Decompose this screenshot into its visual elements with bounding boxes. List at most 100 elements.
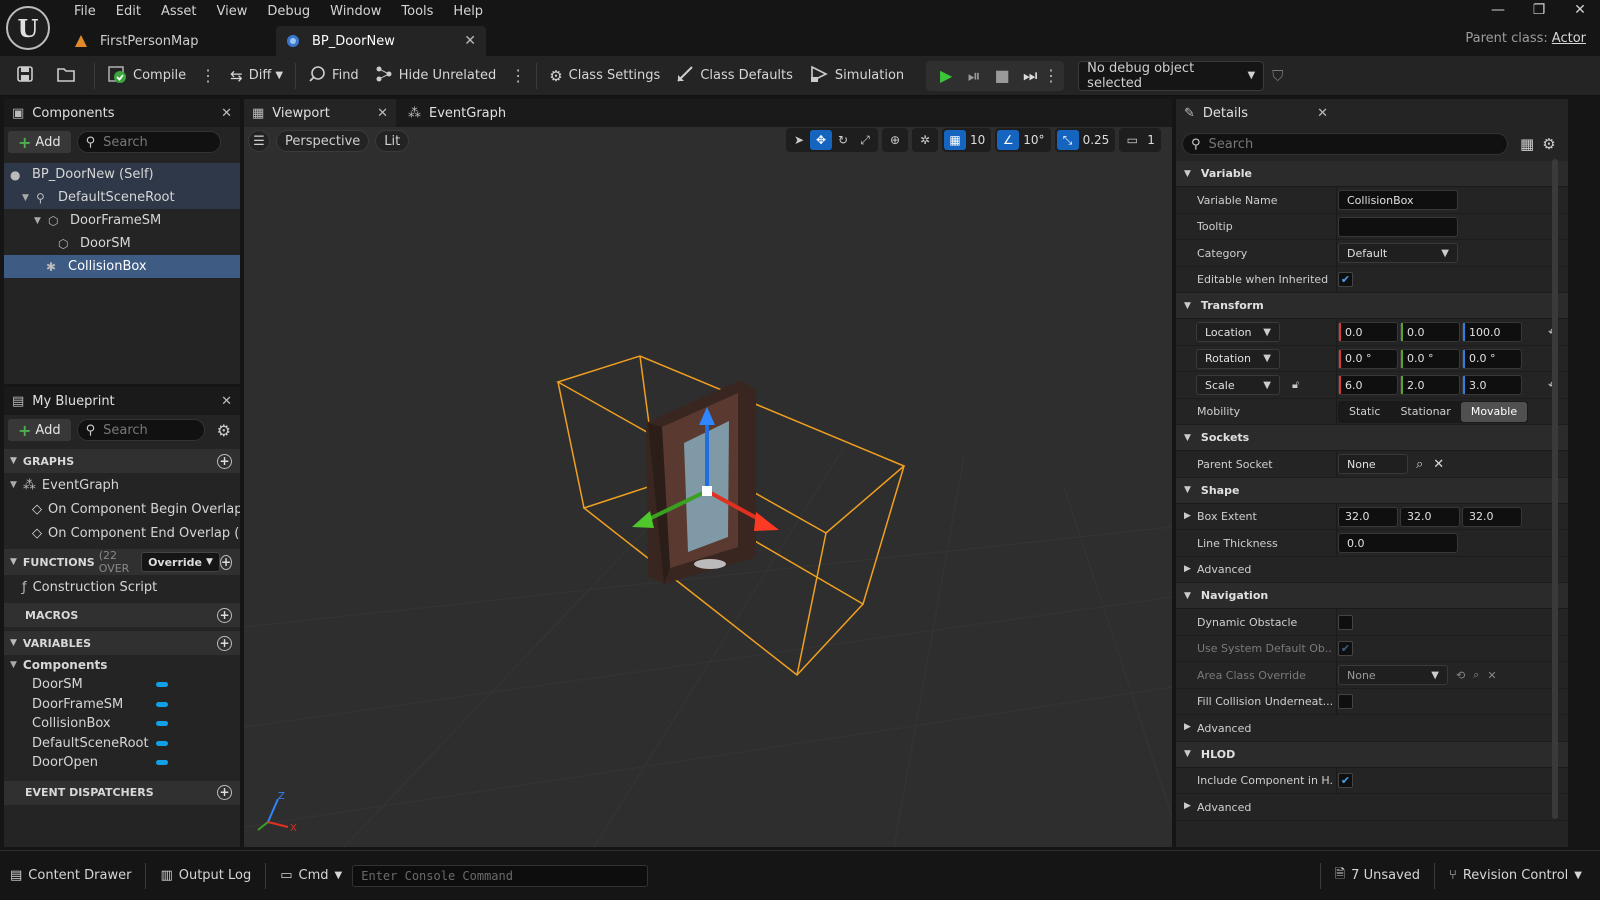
category-dropdown[interactable]: Default ▼ xyxy=(1338,243,1458,263)
unreal-logo-icon[interactable]: U xyxy=(6,6,50,50)
surface-snap-icon[interactable]: ✲ xyxy=(914,130,936,150)
tab-bp-doornew[interactable]: BP_DoorNew ✕ xyxy=(276,26,486,56)
rotation-z-field[interactable]: 0.0 ° xyxy=(1462,348,1522,369)
event-begin-overlap[interactable]: ◇ On Component Begin Overlap (Co xyxy=(4,497,240,521)
browse-button[interactable] xyxy=(48,56,90,96)
scale-y-field[interactable]: 2.0 xyxy=(1400,375,1460,395)
variables-section-header[interactable]: ▼ VARIABLES + xyxy=(4,631,240,655)
rotation-x-field[interactable]: 0.0 ° xyxy=(1338,348,1398,369)
camera-icon[interactable]: ▭ xyxy=(1121,130,1143,150)
restore-icon[interactable]: ❐ xyxy=(1524,2,1554,24)
details-search-input[interactable]: ⚲ Search xyxy=(1182,133,1508,155)
clear-icon[interactable]: ✕ xyxy=(1433,457,1444,472)
parent-socket-field[interactable]: None xyxy=(1338,454,1408,474)
tree-item-defaultsceneroot[interactable]: ▼ ⚲ DefaultSceneRoot xyxy=(4,186,240,209)
select-mode-icon[interactable]: ➤ xyxy=(788,130,810,150)
construction-script-item[interactable]: ƒ Construction Script xyxy=(4,575,240,599)
simulation-button[interactable]: Simulation xyxy=(801,56,912,96)
expand-arrow-icon[interactable]: ▶ xyxy=(1184,564,1191,574)
close-icon[interactable]: ✕ xyxy=(464,33,476,49)
add-variable-icon[interactable]: + xyxy=(217,635,232,651)
my-blueprint-tab[interactable]: ▤ My Blueprint ✕ xyxy=(4,387,240,415)
tree-item-self[interactable]: ● BP_DoorNew (Self) xyxy=(4,163,240,186)
variable-name-field[interactable]: CollisionBox xyxy=(1338,190,1458,210)
scale-dropdown[interactable]: Scale ▼ xyxy=(1196,375,1280,395)
possess-icon[interactable]: ⏭ xyxy=(1016,63,1044,89)
expand-arrow-icon[interactable]: ▶ xyxy=(1184,722,1191,732)
minimize-icon[interactable]: — xyxy=(1483,2,1513,24)
browse-socket-icon[interactable]: ⌕ xyxy=(1416,457,1423,472)
add-member-button[interactable]: + Add xyxy=(8,419,71,441)
hlod-advanced-row[interactable]: ▶ Advanced xyxy=(1176,794,1568,821)
mobility-static-button[interactable]: Static xyxy=(1339,402,1390,422)
menu-window[interactable]: Window xyxy=(320,0,391,24)
navigation-advanced-row[interactable]: ▶ Advanced xyxy=(1176,715,1568,742)
settings-gear-icon[interactable]: ⚙ xyxy=(1542,135,1555,153)
close-icon[interactable]: ✕ xyxy=(377,106,388,121)
add-macro-icon[interactable]: + xyxy=(217,607,232,623)
tree-item-doorframesm[interactable]: ▼ ⬡ DoorFrameSM xyxy=(4,209,240,232)
menu-debug[interactable]: Debug xyxy=(257,0,320,24)
scale-mode-icon[interactable]: ⤢ xyxy=(854,130,876,150)
close-icon[interactable]: ✕ xyxy=(221,106,232,121)
step-icon[interactable]: ⏯ xyxy=(960,63,988,89)
menu-asset[interactable]: Asset xyxy=(151,0,207,24)
viewport-canvas[interactable]: Z X ☰ Perspective Lit ➤ ✥ ↻ ⤢ ⊕ ✲ ▦ 10 ∠… xyxy=(244,127,1172,847)
include-component-checkbox[interactable]: ✔ xyxy=(1338,773,1353,788)
cmd-dropdown[interactable]: ▭ Cmd ▼ xyxy=(270,860,352,892)
console-command-input[interactable]: Enter Console Command xyxy=(352,864,649,887)
grid-snap-value[interactable]: 10 xyxy=(966,133,989,147)
override-dropdown[interactable]: Override ▼ xyxy=(141,552,220,572)
rotate-mode-icon[interactable]: ↻ xyxy=(832,130,854,150)
details-scrollbar[interactable] xyxy=(1552,159,1558,819)
hlod-section-header[interactable]: ▼ HLOD xyxy=(1176,741,1568,768)
transform-section-header[interactable]: ▼ Transform xyxy=(1176,293,1568,319)
event-end-overlap[interactable]: ◇ On Component End Overlap (Colli xyxy=(4,521,240,545)
variable-item[interactable]: CollisionBox xyxy=(4,714,240,734)
lit-button[interactable]: Lit xyxy=(375,130,410,152)
location-y-field[interactable]: 0.0 xyxy=(1400,322,1460,342)
scale-snap-icon[interactable]: ⤡ xyxy=(1056,130,1079,150)
components-tab[interactable]: ▣ Components ✕ xyxy=(4,99,240,127)
lock-icon[interactable]: 🔓︎ xyxy=(1292,378,1299,392)
sockets-section-header[interactable]: ▼ Sockets xyxy=(1176,425,1568,451)
location-dropdown[interactable]: Location ▼ xyxy=(1196,322,1280,342)
add-dispatcher-icon[interactable]: + xyxy=(217,785,232,800)
tree-item-collisionbox[interactable]: ✱ CollisionBox xyxy=(4,255,240,278)
play-icon[interactable]: ▶ xyxy=(932,63,960,89)
box-extent-y-field[interactable]: 32.0 xyxy=(1400,506,1460,527)
tree-item-doorsm[interactable]: ⬡ DoorSM xyxy=(4,232,240,255)
shape-advanced-row[interactable]: ▶ Advanced xyxy=(1176,557,1568,583)
find-button[interactable]: Find xyxy=(300,56,367,96)
debug-object-select[interactable]: No debug object selected ▼ xyxy=(1078,60,1265,91)
play-options-icon[interactable]: ⋮ xyxy=(1043,63,1059,89)
functions-section-header[interactable]: ▼ FUNCTIONS (22 OVER Override ▼ + xyxy=(4,549,240,575)
unsaved-button[interactable]: 🗎︎ 7 Unsaved xyxy=(1325,860,1430,892)
hide-unrelated-button[interactable]: Hide Unrelated xyxy=(367,56,505,96)
scale-z-field[interactable]: 3.0 xyxy=(1462,375,1522,395)
menu-file[interactable]: File xyxy=(64,0,106,24)
menu-view[interactable]: View xyxy=(207,0,258,24)
tab-firstpersonmap[interactable]: FirstPersonMap xyxy=(64,26,274,56)
stop-icon[interactable]: ■ xyxy=(988,63,1016,89)
diff-button[interactable]: ⇆ Diff ▼ xyxy=(222,56,291,96)
add-component-button[interactable]: + Add xyxy=(8,131,71,153)
variable-item[interactable]: DoorFrameSM xyxy=(4,695,240,715)
content-drawer-button[interactable]: ▤ Content Drawer xyxy=(0,860,141,892)
shape-section-header[interactable]: ▼ Shape xyxy=(1176,477,1568,504)
variable-item[interactable]: DefaultSceneRoot xyxy=(4,734,240,754)
box-extent-z-field[interactable]: 32.0 xyxy=(1462,506,1522,527)
menu-edit[interactable]: Edit xyxy=(106,0,151,24)
my-blueprint-search-input[interactable]: ⚲ Search xyxy=(76,419,205,441)
rotation-snap-icon[interactable]: ∠ xyxy=(997,130,1020,150)
add-graph-icon[interactable]: + xyxy=(217,453,232,469)
line-thickness-field[interactable]: 0.0 xyxy=(1338,533,1458,553)
revision-control-button[interactable]: ⑂ Revision Control ▼ xyxy=(1439,860,1592,892)
grid-snap-icon[interactable]: ▦ xyxy=(944,130,966,150)
parent-class-link[interactable]: Actor xyxy=(1552,31,1586,46)
scale-snap-value[interactable]: 0.25 xyxy=(1079,133,1114,147)
compile-button[interactable]: Compile xyxy=(99,56,194,96)
close-icon[interactable]: ✕ xyxy=(221,394,232,409)
menu-help[interactable]: Help xyxy=(443,0,493,24)
translate-mode-icon[interactable]: ✥ xyxy=(810,130,832,150)
